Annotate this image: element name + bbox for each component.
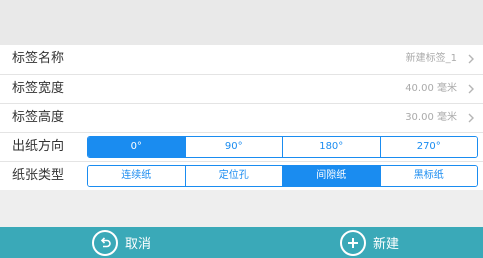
chevron-right-icon bbox=[468, 84, 474, 94]
paper-option-hole[interactable]: 定位孔 bbox=[184, 166, 282, 186]
chevron-right-icon bbox=[468, 113, 474, 123]
label-name-row[interactable]: 标签名称 新建标签_1 bbox=[0, 45, 483, 74]
plus-circle-icon bbox=[340, 229, 366, 256]
direction-option-90[interactable]: 90° bbox=[184, 137, 282, 157]
paper-option-gap[interactable]: 间隙纸 bbox=[282, 166, 380, 186]
label-settings-form: 标签名称 新建标签_1 标签宽度 40.00 毫米 标签高度 30.00 毫米 … bbox=[0, 45, 483, 190]
cancel-label: 取消 bbox=[125, 237, 152, 252]
label-name-label: 标签名称 bbox=[12, 51, 65, 66]
top-background bbox=[0, 0, 483, 45]
print-direction-selector: 0° 90° 180° 270° bbox=[87, 136, 478, 158]
label-height-value[interactable]: 30.00 毫米 bbox=[405, 104, 457, 132]
create-button[interactable]: 新建 bbox=[340, 227, 399, 258]
paper-type-row: 纸张类型 连续纸 定位孔 间隙纸 黑标纸 bbox=[0, 161, 483, 190]
chevron-right-icon bbox=[468, 54, 474, 64]
label-width-value[interactable]: 40.00 毫米 bbox=[405, 75, 457, 103]
cancel-button[interactable]: 取消 bbox=[92, 227, 151, 258]
label-height-label: 标签高度 bbox=[12, 110, 65, 125]
label-settings-screen: 标签名称 新建标签_1 标签宽度 40.00 毫米 标签高度 30.00 毫米 … bbox=[0, 0, 483, 258]
direction-option-270[interactable]: 270° bbox=[379, 137, 477, 157]
label-width-row[interactable]: 标签宽度 40.00 毫米 bbox=[0, 74, 483, 103]
print-direction-label: 出纸方向 bbox=[12, 139, 65, 154]
paper-type-selector: 连续纸 定位孔 间隙纸 黑标纸 bbox=[87, 165, 478, 187]
label-name-value[interactable]: 新建标签_1 bbox=[406, 45, 457, 73]
paper-option-continuous[interactable]: 连续纸 bbox=[88, 166, 185, 186]
direction-option-0[interactable]: 0° bbox=[88, 137, 185, 157]
create-label: 新建 bbox=[373, 237, 400, 252]
footer-bar: 取消 新建 bbox=[0, 227, 483, 258]
paper-option-black-mark[interactable]: 黑标纸 bbox=[379, 166, 477, 186]
label-height-row[interactable]: 标签高度 30.00 毫米 bbox=[0, 103, 483, 132]
direction-option-180[interactable]: 180° bbox=[282, 137, 380, 157]
paper-type-label: 纸张类型 bbox=[12, 168, 65, 183]
undo-circle-icon bbox=[92, 229, 118, 256]
label-width-label: 标签宽度 bbox=[12, 81, 65, 96]
print-direction-row: 出纸方向 0° 90° 180° 270° bbox=[0, 132, 483, 161]
